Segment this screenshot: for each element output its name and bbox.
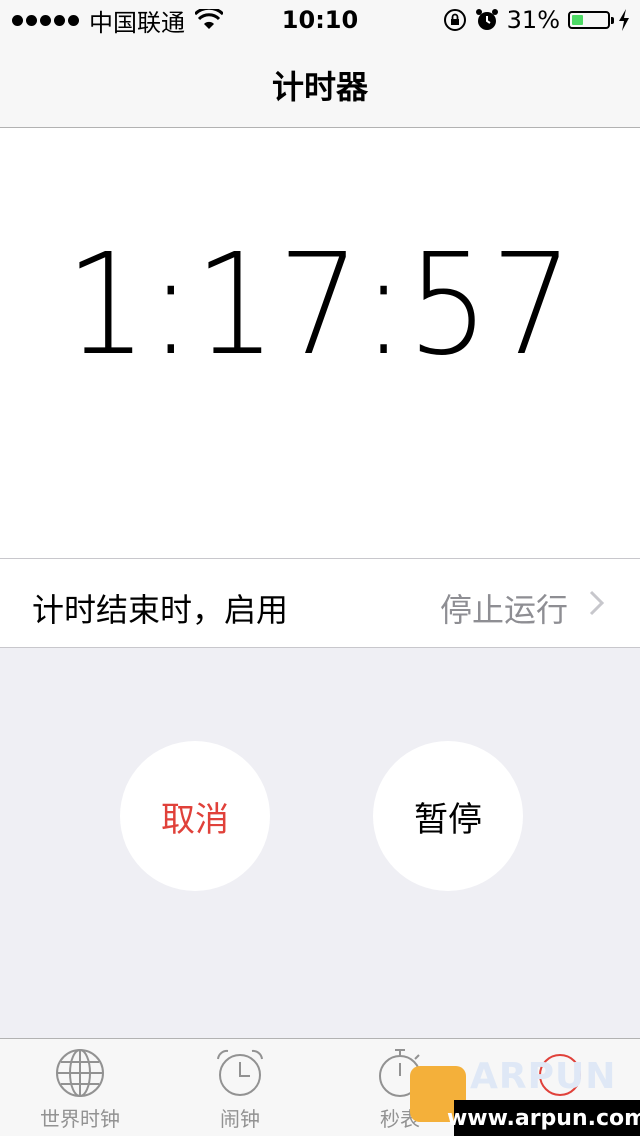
alarm-icon (475, 9, 498, 30)
timer-display-area: 1:17:57 (0, 128, 640, 558)
when-timer-ends-row[interactable]: 计时结束时，启用 停止运行 (0, 558, 640, 648)
when-timer-ends-value: 停止运行 (439, 591, 568, 629)
tab-label: 闹钟 (220, 1107, 260, 1131)
chevron-right-icon (589, 590, 605, 616)
timer-countdown: 1:17:57 (65, 224, 575, 387)
tab-alarm[interactable]: 闹钟 (160, 1047, 320, 1132)
navigation-bar: 计时器 (0, 40, 640, 128)
watermark: ARPUN www.arpun.com (410, 1056, 640, 1136)
page-title: 计时器 (271, 68, 368, 106)
watermark-brand: ARPUN (470, 1056, 617, 1097)
tab-world-clock[interactable]: 世界时钟 (0, 1047, 160, 1132)
watermark-url: www.arpun.com (447, 1100, 640, 1136)
rotation-lock-icon (443, 9, 466, 31)
status-bar: 中国联通 10:10 31% (0, 0, 640, 40)
tab-label: 世界时钟 (40, 1107, 120, 1131)
pause-button[interactable]: 暂停 (373, 741, 523, 891)
charging-bolt-icon (619, 9, 629, 31)
cancel-button[interactable]: 取消 (120, 741, 270, 891)
status-right: 31% (443, 6, 630, 34)
when-timer-ends-label: 计时结束时，启用 (32, 591, 289, 629)
globe-icon (56, 1049, 104, 1097)
timer-controls: 取消 暂停 (0, 648, 640, 1038)
battery-percent: 31% (506, 6, 560, 34)
alarm-clock-icon (217, 1049, 263, 1096)
battery-icon (568, 11, 614, 29)
